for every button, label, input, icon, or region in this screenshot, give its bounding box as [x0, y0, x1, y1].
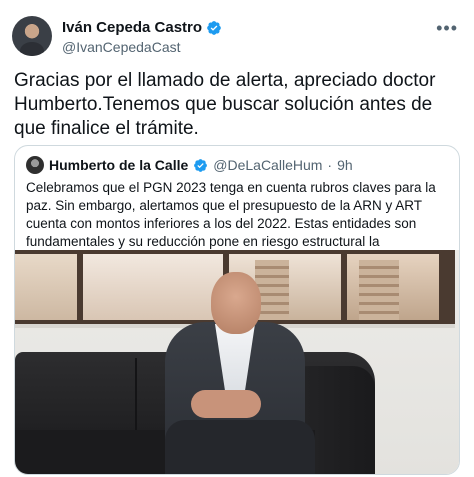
tweet-text: Gracias por el llamado de alerta, apreci… [14, 70, 436, 139]
quoted-timestamp[interactable]: 9h [337, 157, 353, 173]
author-avatar[interactable] [12, 16, 52, 56]
quoted-tweet-header: Humberto de la Calle @DeLaCalleHum · 9h [26, 156, 353, 174]
verified-badge-icon [194, 158, 208, 172]
quoted-author-handle[interactable]: @DeLaCalleHum [213, 157, 322, 173]
quoted-author-name[interactable]: Humberto de la Calle [49, 157, 188, 173]
quoted-author-avatar[interactable] [26, 156, 44, 174]
quoted-tweet[interactable]: Humberto de la Calle @DeLaCalleHum · 9h … [14, 145, 460, 475]
tweet-author: Iván Cepeda Castro @IvanCepedaCast [62, 19, 222, 55]
verified-badge-icon [207, 20, 221, 35]
quoted-tweet-photo[interactable] [15, 250, 459, 474]
more-horizontal-icon[interactable]: ••• [436, 18, 458, 39]
author-name-row: Iván Cepeda Castro [62, 19, 222, 36]
author-name[interactable]: Iván Cepeda Castro [62, 19, 202, 36]
separator-dot: · [327, 157, 333, 173]
author-handle[interactable]: @IvanCepedaCast [62, 39, 222, 55]
